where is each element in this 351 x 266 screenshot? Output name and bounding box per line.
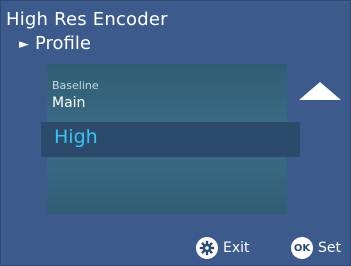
encoder-menu-screen: High Res Encoder ► Profile Baseline Main… [0,0,351,266]
triangle-up-icon[interactable] [298,81,342,101]
list-item-baseline[interactable]: Baseline [52,79,99,92]
exit-button[interactable]: Exit [196,237,250,259]
play-arrow-icon: ► [19,36,29,52]
set-label: Set [318,240,341,256]
set-button[interactable]: OK Set [291,237,341,259]
breadcrumb-label: Profile [35,33,91,54]
breadcrumb: ► Profile [19,33,91,55]
gear-icon [196,237,218,259]
ok-icon-text: OK [293,242,311,254]
list-item-high[interactable]: High [54,126,98,148]
exit-label: Exit [223,240,250,256]
page-title: High Res Encoder [6,9,168,30]
list-item-main[interactable]: Main [52,95,85,111]
ok-circle-icon: OK [291,237,313,259]
